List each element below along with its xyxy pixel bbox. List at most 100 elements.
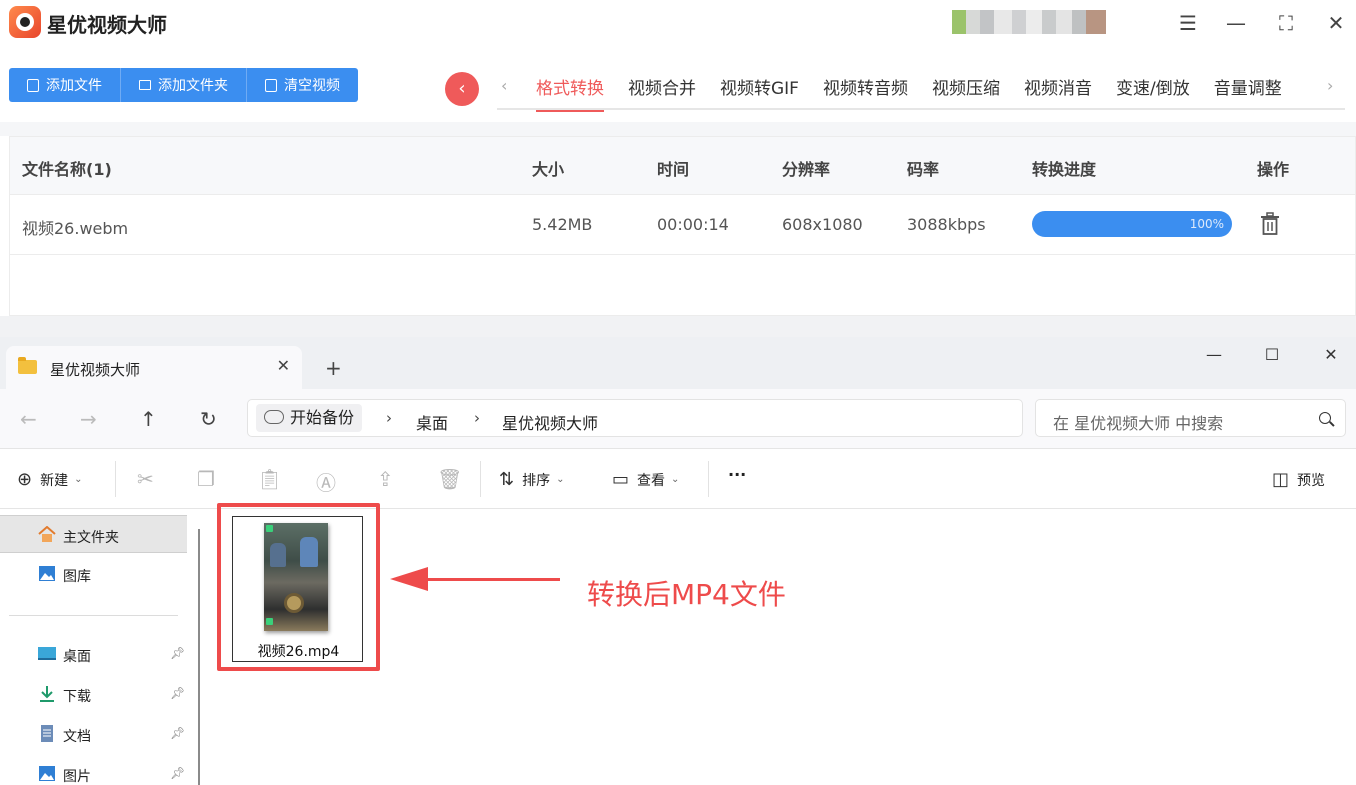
- sidebar-item-downloads[interactable]: 下载 📌︎: [0, 675, 187, 713]
- delete-icon[interactable]: 🗑︎: [437, 467, 462, 491]
- video-master-window: 星优视频大师 ☰ — ⛶ ✕ 添加文件 添加文件夹 清空视频 ‹ ‹ 格式转换 …: [0, 0, 1356, 337]
- pictures-icon: [39, 766, 55, 781]
- row-duration: 00:00:14: [657, 215, 729, 234]
- pin-icon[interactable]: 📌︎: [170, 646, 185, 660]
- sidebar-item-home[interactable]: 主文件夹: [0, 515, 187, 553]
- document-icon: [41, 725, 53, 742]
- col-progress: 转换进度: [1032, 160, 1097, 179]
- tabs-prev-chevron-icon[interactable]: ‹: [501, 76, 507, 95]
- command-separator: [708, 461, 709, 497]
- folder-icon: [139, 80, 151, 90]
- file-list-table: 文件名称(1) 大小 时间 分辨率 码率 转换进度 操作 视频26.webm 5…: [9, 136, 1356, 316]
- explorer-minimize-button[interactable]: —: [1199, 345, 1229, 364]
- preview-pane-icon: ◫: [1272, 469, 1290, 490]
- tab-4[interactable]: 视频压缩: [932, 74, 1000, 108]
- pin-icon[interactable]: 📌︎: [170, 726, 185, 740]
- sidebar-item-gallery[interactable]: 图库: [0, 555, 187, 593]
- user-avatar-blurred[interactable]: [952, 10, 1142, 34]
- feature-tabs: ‹ 格式转换 视频合并 视频转GIF 视频转音频 视频压缩 视频消音 变速/倒放 音量调整 ›: [497, 68, 1345, 112]
- clear-videos-button[interactable]: 清空视频: [247, 68, 358, 102]
- clear-videos-label: 清空视频: [284, 78, 340, 94]
- sort-button[interactable]: ⇅ 排序 ⌄: [499, 469, 564, 490]
- breadcrumb-folder[interactable]: 星优视频大师: [502, 410, 598, 434]
- breadcrumb-desktop[interactable]: 桌面: [416, 410, 448, 434]
- row-filename: 视频26.webm: [22, 219, 129, 238]
- explorer-tab[interactable]: 星优视频大师 ✕: [6, 346, 302, 389]
- pin-icon[interactable]: 📌︎: [170, 686, 185, 700]
- tabs-next-chevron-icon[interactable]: ›: [1327, 76, 1333, 95]
- explorer-tab-title: 星优视频大师: [50, 361, 141, 379]
- breadcrumb-separator: ›: [474, 409, 480, 427]
- tab-0[interactable]: 格式转换: [536, 74, 604, 112]
- file-explorer-window: 星优视频大师 ✕ + — ☐ ✕ ← → ↑ ↻ 开始备份 › 桌面 › 星优视…: [0, 337, 1356, 785]
- up-arrow-icon[interactable]: ↑: [140, 407, 157, 431]
- tab-6[interactable]: 变速/倒放: [1116, 74, 1190, 108]
- col-duration: 时间: [657, 160, 690, 179]
- sort-label: 排序: [522, 472, 551, 489]
- tab-3[interactable]: 视频转音频: [823, 74, 908, 108]
- file-content-area: 视频26.mp4 转换后MP4文件: [215, 503, 1356, 785]
- conversion-progress-bar: 100%: [1032, 211, 1232, 237]
- search-input[interactable]: 在 星优视频大师 中搜索: [1035, 399, 1346, 437]
- trash-icon: [265, 78, 277, 92]
- add-folder-button[interactable]: 添加文件夹: [121, 68, 247, 102]
- command-separator: [115, 461, 116, 497]
- address-bar[interactable]: 开始备份 › 桌面 › 星优视频大师: [247, 399, 1023, 437]
- sidebar-scrollbar[interactable]: [198, 529, 200, 785]
- sidebar-item-pictures[interactable]: 图片 📌︎: [0, 755, 187, 785]
- sidebar-item-label: 图库: [63, 569, 91, 585]
- tab-2[interactable]: 视频转GIF: [720, 74, 799, 108]
- pin-icon[interactable]: 📌︎: [170, 766, 185, 780]
- section-divider-bottom: [0, 316, 1356, 337]
- col-bitrate: 码率: [907, 160, 940, 179]
- new-tab-button[interactable]: +: [325, 356, 342, 380]
- folder-icon: [18, 357, 37, 374]
- tab-7[interactable]: 音量调整: [1214, 74, 1282, 108]
- forward-arrow-icon[interactable]: →: [80, 407, 97, 431]
- explorer-close-button[interactable]: ✕: [1316, 345, 1346, 364]
- desktop-icon: [38, 647, 56, 660]
- sidebar-item-label: 桌面: [63, 649, 91, 665]
- sidebar-item-desktop[interactable]: 桌面 📌︎: [0, 635, 187, 673]
- paste-icon[interactable]: 📋︎: [257, 467, 282, 491]
- tab-close-icon[interactable]: ✕: [277, 356, 290, 375]
- minimize-button[interactable]: —: [1220, 8, 1252, 38]
- add-file-label: 添加文件: [46, 78, 102, 94]
- sort-icon: ⇅: [499, 469, 515, 490]
- app-titlebar: 星优视频大师 ☰ — ⛶ ✕: [0, 0, 1356, 48]
- rename-icon[interactable]: Ⓐ: [316, 467, 336, 496]
- refresh-icon[interactable]: ↻: [200, 407, 217, 431]
- view-icon: ▭: [612, 469, 630, 490]
- cut-icon[interactable]: ✂: [137, 467, 154, 491]
- view-label: 查看: [637, 472, 666, 489]
- share-icon[interactable]: ⇪: [377, 467, 394, 491]
- sidebar-item-label: 文档: [63, 729, 91, 745]
- menu-icon[interactable]: ☰: [1172, 8, 1204, 38]
- address-root-chip[interactable]: 开始备份: [256, 404, 363, 432]
- new-button[interactable]: ⊕ 新建 ⌄: [17, 469, 82, 490]
- explorer-command-bar: ⊕ 新建 ⌄ ✂ ❐ 📋︎ Ⓐ ⇪ 🗑︎ ⇅ 排序 ⌄ ▭ 查看 ⌄ ··· ◫…: [0, 449, 1356, 509]
- sidebar-item-label: 下载: [63, 689, 91, 705]
- chevron-down-icon: ⌄: [556, 474, 565, 485]
- download-icon: [40, 686, 54, 702]
- tab-1[interactable]: 视频合并: [628, 74, 696, 108]
- more-options-button[interactable]: ···: [728, 465, 746, 484]
- tab-5[interactable]: 视频消音: [1024, 74, 1092, 108]
- col-actions: 操作: [1257, 160, 1290, 179]
- table-row[interactable]: 视频26.webm 5.42MB 00:00:14 608x1080 3088k…: [10, 195, 1355, 255]
- maximize-button[interactable]: ⛶: [1270, 8, 1302, 38]
- copy-icon[interactable]: ❐: [197, 467, 215, 491]
- col-filename: 文件名称(1): [22, 160, 112, 179]
- sidebar-item-documents[interactable]: 文档 📌︎: [0, 715, 187, 753]
- collapse-back-button[interactable]: ‹: [445, 72, 479, 106]
- back-arrow-icon[interactable]: ←: [20, 407, 37, 431]
- preview-pane-button[interactable]: ◫ 预览: [1272, 469, 1325, 490]
- file-toolbar: 添加文件 添加文件夹 清空视频: [9, 68, 358, 102]
- add-file-button[interactable]: 添加文件: [9, 68, 121, 102]
- delete-trash-icon[interactable]: [1260, 212, 1280, 236]
- highlight-box: [217, 503, 380, 671]
- search-placeholder: 在 星优视频大师 中搜索: [1053, 414, 1224, 433]
- close-button[interactable]: ✕: [1320, 8, 1352, 38]
- view-button[interactable]: ▭ 查看 ⌄: [612, 469, 679, 490]
- explorer-maximize-button[interactable]: ☐: [1257, 345, 1287, 364]
